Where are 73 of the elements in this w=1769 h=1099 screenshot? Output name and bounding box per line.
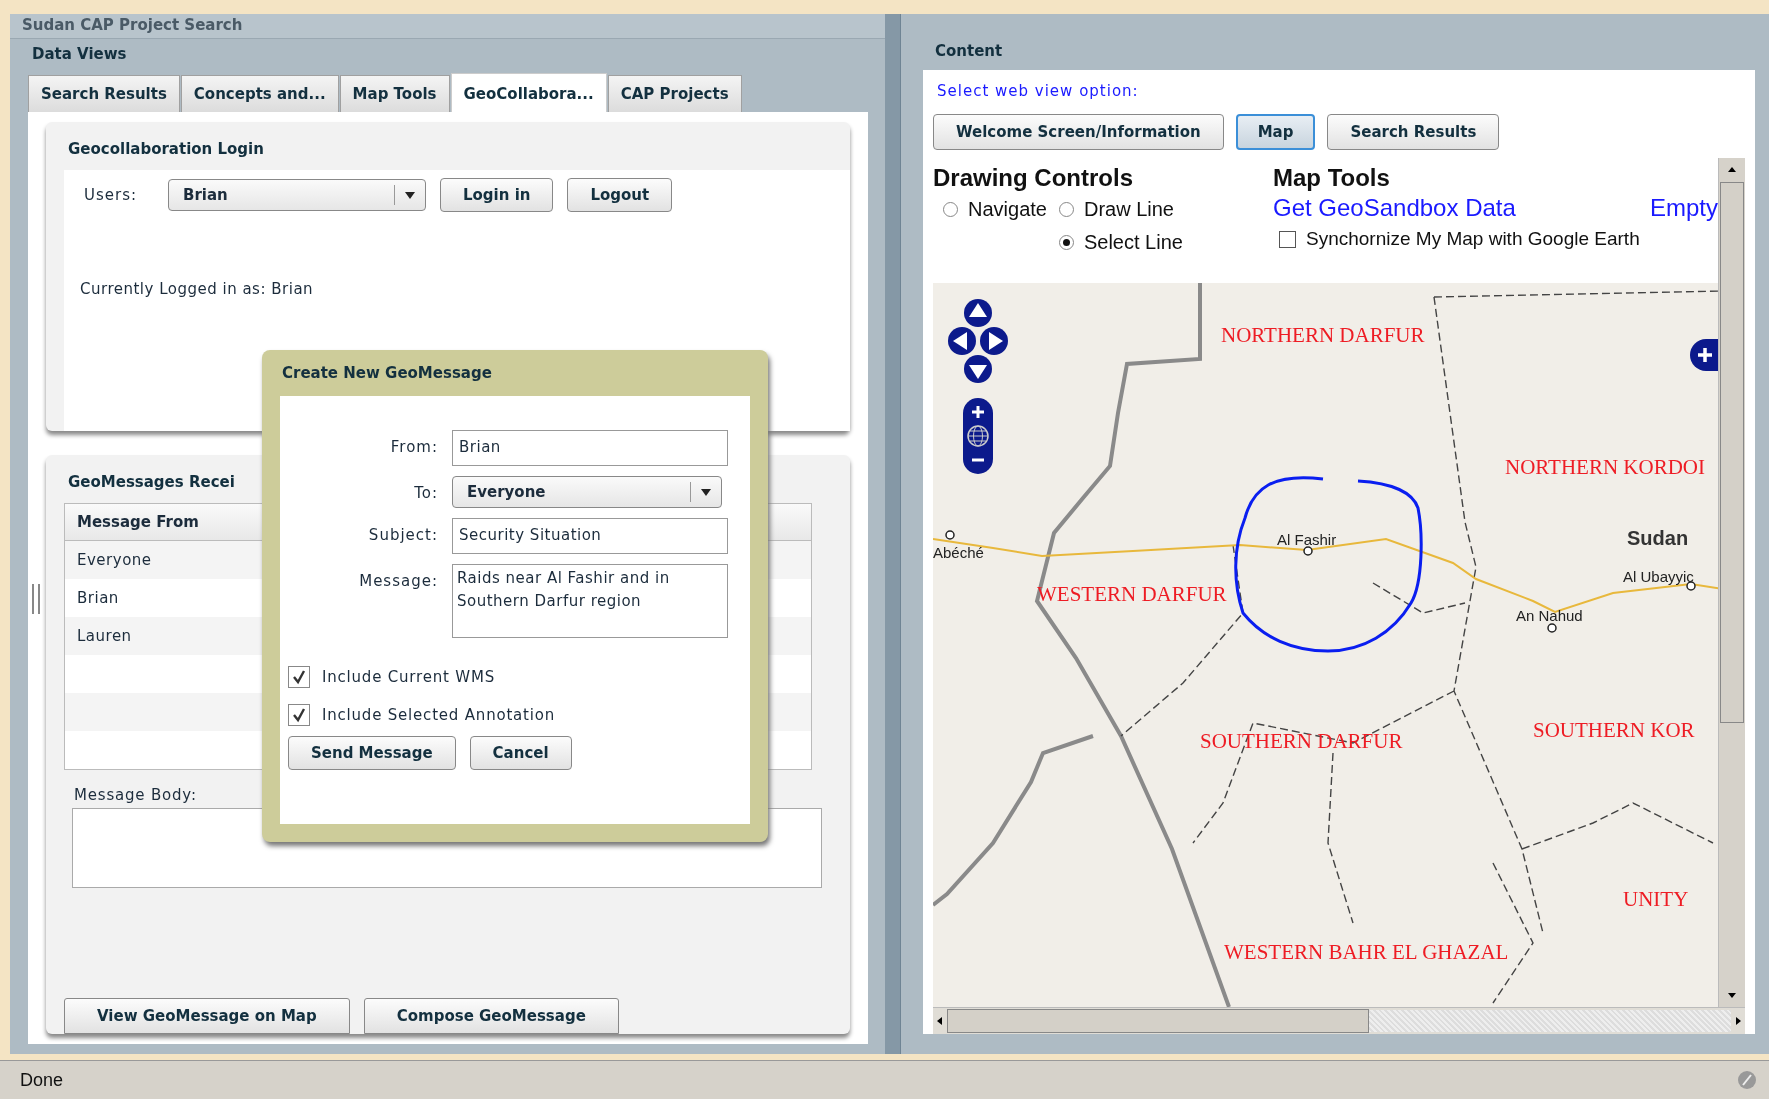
map-label: Abéché	[933, 544, 984, 561]
radio-label: Navigate	[968, 198, 1047, 221]
view-option-prompt: Select web view option:	[936, 81, 1140, 102]
vertical-scrollbar[interactable]	[1718, 158, 1745, 1007]
map-label: Al Fashir	[1277, 531, 1337, 548]
map-tool-link[interactable]: Get GeoSandbox Data	[1273, 194, 1516, 222]
field-label: Subject:	[367, 525, 438, 544]
plus-icon	[970, 404, 986, 420]
message-field[interactable]: Raids near Al Fashir and in Southern Darfur region	[452, 564, 728, 638]
users-dropdown[interactable]: Brian	[168, 179, 426, 211]
tab[interactable]: Concepts and...	[180, 75, 339, 112]
dialog-button[interactable]: Send Message	[288, 736, 456, 770]
tab[interactable]: Search Results	[28, 75, 180, 112]
map-label: SOUTHERN KOR	[1533, 718, 1695, 743]
dialog-title: Create New GeoMessage	[281, 363, 493, 384]
map-label: An Nahud	[1516, 607, 1583, 624]
recipient-dropdown[interactable]: Everyone	[452, 476, 722, 508]
field-label: Message:	[358, 571, 438, 590]
radio-option[interactable]: Navigate	[943, 198, 1047, 221]
drawn-line[interactable]	[1234, 476, 1423, 653]
login-button[interactable]: Logout	[567, 178, 673, 212]
tab[interactable]: CAP Projects	[607, 75, 742, 112]
sync-option[interactable]: Synchornize My Map with Google Earth	[1279, 228, 1718, 250]
caret-icon	[405, 191, 415, 199]
checkbox-option[interactable]: Include Current WMS	[288, 666, 742, 688]
panel-title: Data Views	[31, 44, 128, 65]
radio-option[interactable]: Draw Line	[1058, 198, 1183, 221]
view-button[interactable]: Map	[1235, 114, 1316, 150]
checkbox-label: Include Selected Annotation	[322, 706, 556, 724]
app-title: Sudan CAP Project Search	[10, 14, 885, 39]
status-icon	[1737, 1070, 1757, 1090]
login-status: Currently Logged in as: Brian	[80, 280, 315, 298]
checkbox-label: Include Current WMS	[322, 668, 495, 686]
login-button[interactable]: Login in	[440, 178, 554, 212]
layer-switcher-button[interactable]	[1690, 339, 1718, 371]
section-heading: Drawing Controls	[933, 164, 1134, 192]
map-label: Al Ubayyic	[1623, 568, 1694, 585]
map-label: WESTERN BAHR EL GHAZAL	[1224, 940, 1509, 965]
users-label: Users:	[84, 186, 139, 204]
message-button[interactable]: Compose GeoMessage	[363, 998, 619, 1034]
radio-option[interactable]: Select Line	[1058, 231, 1183, 254]
resize-handle[interactable]	[32, 584, 40, 614]
view-button[interactable]: Search Results	[1327, 114, 1500, 150]
map-tool-link[interactable]: Empty	[1650, 194, 1718, 222]
map-label: NORTHERN KORDOI	[1505, 455, 1705, 480]
tab[interactable]: Map Tools	[339, 75, 450, 112]
status-text: Done	[20, 1069, 64, 1091]
sync-label: Synchornize My Map with Google Earth	[1306, 228, 1640, 250]
map-label: Sudan	[1627, 527, 1689, 550]
section-heading: Map Tools	[1273, 164, 1391, 192]
card-title: Geocollaboration Login	[67, 139, 265, 160]
radio-label: Draw Line	[1083, 198, 1174, 221]
view-button[interactable]: Welcome Screen/Information	[933, 114, 1224, 150]
dialog-button[interactable]: Cancel	[469, 736, 572, 770]
globe-icon[interactable]	[966, 424, 990, 448]
text-field[interactable]: Brian	[452, 430, 728, 466]
map-label: WESTERN DARFUR	[1037, 582, 1227, 607]
card-title: GeoMessages Recei	[67, 472, 236, 493]
message-button[interactable]: View GeoMessage on Map	[64, 998, 350, 1034]
panel-title: Content	[934, 41, 1004, 62]
caret-icon	[701, 488, 711, 496]
map-label: NORTHERN DARFUR	[1221, 323, 1425, 348]
field-label: To:	[413, 483, 438, 502]
map[interactable]: NORTHERN DARFUR NORTHERN KORDOI Sudan Al Ubayyic Al Fashir Abéché WESTERN DARFUR An Nahud SOUTHERN DARFUR SOUTHERN KOR UNITY WESTERN BAHR EL GHAZAL	[933, 283, 1718, 1007]
message-body-label: Message Body:	[74, 786, 198, 804]
text-field[interactable]: Security Situation	[452, 518, 728, 554]
radio-label: Select Line	[1083, 231, 1183, 254]
field-label: From:	[389, 437, 438, 456]
tab[interactable]: GeoCollabora...	[450, 73, 607, 112]
map-label: UNITY	[1623, 887, 1689, 912]
plus-icon	[1696, 346, 1714, 364]
horizontal-scrollbar[interactable]	[933, 1007, 1745, 1034]
map-label: SOUTHERN DARFUR	[1200, 729, 1403, 754]
